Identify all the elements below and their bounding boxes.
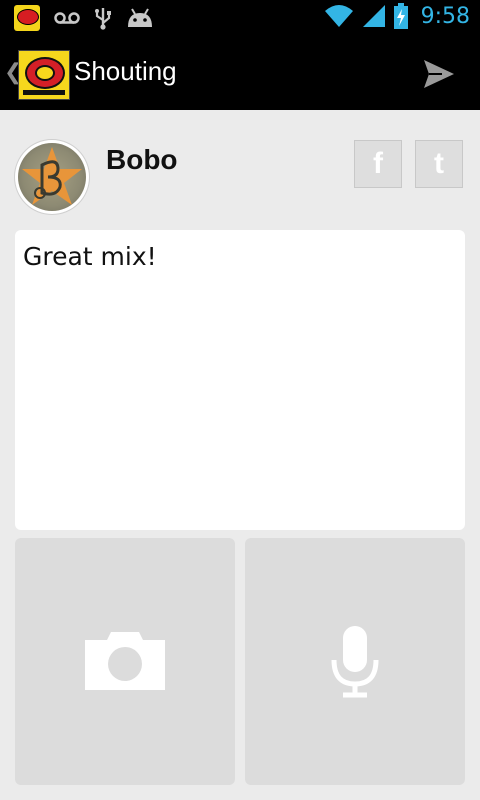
twitter-icon: t [434,147,444,180]
avatar[interactable] [15,140,89,214]
add-photo-button[interactable] [15,538,235,785]
camera-icon [85,632,165,690]
facebook-share-button[interactable]: f [354,140,402,188]
username: Bobo [106,144,178,175]
record-audio-button[interactable] [245,538,465,785]
voicemail-icon [54,12,80,24]
hot-radio-logo[interactable] [18,50,70,100]
status-bar: 9:58 [0,0,480,38]
message-input[interactable]: Great mix! [15,230,465,530]
app-notification-icon [14,5,40,31]
signal-icon [362,5,385,27]
battery-charging-icon [393,3,408,29]
page-title: Shouting [74,56,177,86]
message-text: Great mix! [23,242,157,271]
clock: 9:58 [420,3,470,29]
status-bar-notifications [14,5,154,31]
usb-icon [95,8,111,30]
facebook-icon: f [373,147,383,180]
microphone-icon [331,626,379,698]
android-debug-icon [128,8,152,27]
status-bar-system: 9:58 [323,2,470,30]
wifi-icon [324,5,353,27]
avatar-image [18,143,86,211]
action-bar: ❮ Shouting [0,38,480,110]
twitter-share-button[interactable]: t [415,140,463,188]
send-icon[interactable] [422,58,456,90]
